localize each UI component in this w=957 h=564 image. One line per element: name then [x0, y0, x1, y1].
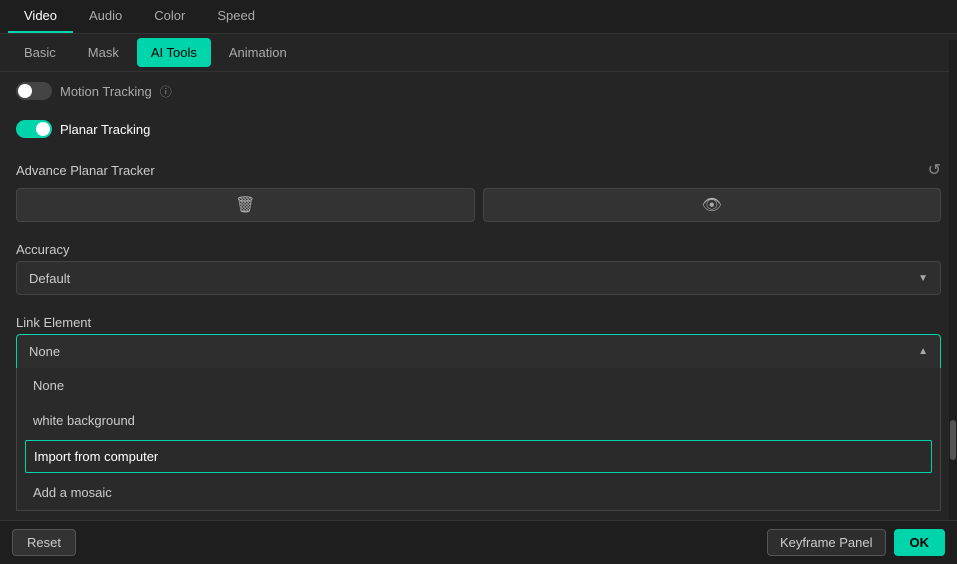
eye-button[interactable]: 👁: [483, 188, 942, 222]
reset-button[interactable]: Reset: [12, 529, 76, 556]
right-bar: Keyframe Panel OK: [767, 529, 945, 556]
main-content: Motion Tracking ⓘ Planar Tracking Advanc…: [0, 72, 957, 555]
link-element-label: Link Element: [0, 307, 957, 334]
delete-icon: 🗑: [235, 195, 255, 215]
accuracy-select[interactable]: Default ▼: [16, 261, 941, 295]
link-element-menu: None white background Import from comput…: [16, 368, 941, 511]
advance-tracker-title-row: Advance Planar Tracker ↺: [0, 148, 957, 188]
motion-tracking-info-icon[interactable]: ⓘ: [160, 83, 172, 100]
link-element-value: None: [29, 344, 60, 359]
subtab-ai-tools[interactable]: AI Tools: [137, 38, 211, 67]
accuracy-select-row: Default ▼: [0, 261, 957, 307]
tab-video[interactable]: Video: [8, 0, 73, 33]
motion-tracking-toggle[interactable]: [16, 82, 52, 100]
planar-tracking-toggle[interactable]: [16, 120, 52, 138]
link-element-option-white-bg[interactable]: white background: [17, 403, 940, 438]
accuracy-chevron-icon: ▼: [918, 273, 928, 284]
link-element-option-none[interactable]: None: [17, 368, 940, 403]
planar-tracking-label: Planar Tracking: [60, 122, 150, 137]
subtab-mask[interactable]: Mask: [74, 38, 133, 67]
accuracy-value: Default: [29, 271, 70, 286]
eye-icon: 👁: [702, 195, 722, 215]
subtab-animation[interactable]: Animation: [215, 38, 301, 67]
bottom-bar: Reset Keyframe Panel OK: [0, 520, 957, 564]
link-element-chevron-icon: ▲: [918, 346, 928, 357]
top-tabs-bar: Video Audio Color Speed: [0, 0, 957, 34]
link-element-option-mosaic[interactable]: Add a mosaic: [17, 475, 940, 510]
tab-audio[interactable]: Audio: [73, 0, 138, 33]
delete-button[interactable]: 🗑: [16, 188, 475, 222]
motion-tracking-label: Motion Tracking: [60, 84, 152, 99]
accuracy-label: Accuracy: [0, 234, 957, 261]
ok-button[interactable]: OK: [894, 529, 946, 556]
subtab-basic[interactable]: Basic: [10, 38, 70, 67]
keyframe-panel-button[interactable]: Keyframe Panel: [767, 529, 886, 556]
sub-tabs-bar: Basic Mask AI Tools Animation: [0, 34, 957, 72]
tab-color[interactable]: Color: [138, 0, 201, 33]
planar-tracking-row: Planar Tracking: [0, 110, 957, 148]
scroll-thumb[interactable]: [950, 420, 956, 460]
motion-tracking-row: Motion Tracking ⓘ: [0, 72, 957, 110]
advance-tracker-reset-icon[interactable]: ↺: [928, 160, 941, 180]
link-element-trigger[interactable]: None ▲: [16, 334, 941, 368]
link-element-option-import[interactable]: Import from computer: [25, 440, 932, 473]
action-buttons-row: 🗑 👁: [0, 188, 957, 234]
link-element-dropdown-container: None ▲ None white background Import from…: [0, 334, 957, 511]
advance-tracker-title: Advance Planar Tracker: [16, 163, 155, 178]
tab-speed[interactable]: Speed: [201, 0, 271, 33]
scrollbar[interactable]: [949, 40, 957, 520]
